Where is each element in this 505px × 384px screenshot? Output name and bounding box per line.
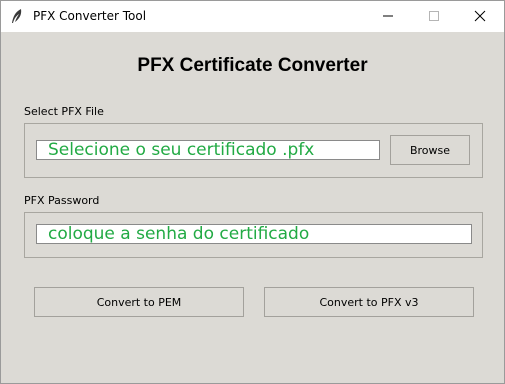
- file-section-label: Select PFX File: [24, 105, 104, 118]
- app-window: PFX Converter Tool PFX Certificate Conve…: [0, 0, 505, 384]
- browse-button[interactable]: Browse: [390, 135, 470, 165]
- pfx-password-input[interactable]: coloque a senha do certificado: [36, 224, 472, 244]
- password-section-label: PFX Password: [24, 194, 100, 207]
- page-title: PFX Certificate Converter: [137, 55, 368, 76]
- window-title: PFX Converter Tool: [33, 9, 147, 23]
- convert-to-pem-button[interactable]: Convert to PEM: [34, 287, 244, 317]
- maximize-icon: [428, 7, 440, 26]
- convert-to-pfx-v3-button[interactable]: Convert to PFX v3: [264, 287, 474, 317]
- minimize-icon: [382, 7, 394, 26]
- minimize-button[interactable]: [365, 1, 411, 32]
- close-button[interactable]: [457, 1, 503, 32]
- file-group: Selecione o seu certificado .pfx Browse: [24, 123, 483, 178]
- password-group: coloque a senha do certificado: [24, 212, 483, 258]
- title-bar[interactable]: PFX Converter Tool: [1, 1, 504, 32]
- pfx-file-input[interactable]: Selecione o seu certificado .pfx: [36, 140, 380, 160]
- feather-icon: [9, 8, 25, 25]
- maximize-button[interactable]: [411, 1, 457, 32]
- close-icon: [474, 7, 486, 26]
